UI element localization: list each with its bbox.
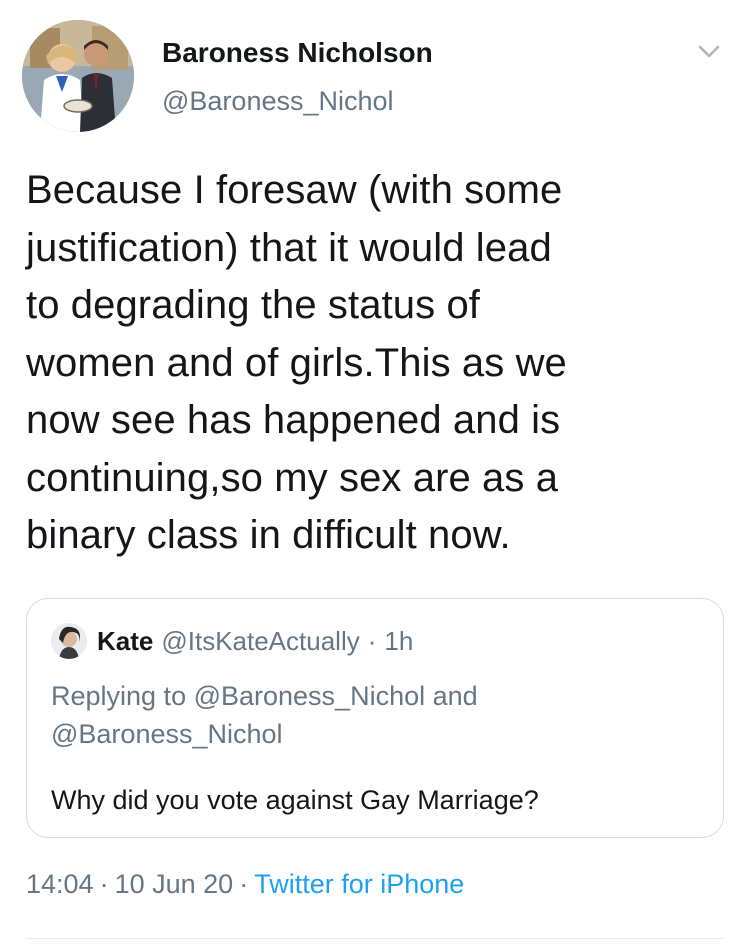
quoted-author-name[interactable]: Kate [97,626,153,657]
tweet-time[interactable]: 14:04 [26,869,94,899]
author-handle[interactable]: @Baroness_Nichol [162,84,433,118]
author-display-name[interactable]: Baroness Nicholson [162,36,433,70]
author-avatar[interactable] [22,20,134,132]
quoted-author-avatar[interactable] [51,623,87,659]
bottom-divider [26,938,724,939]
footer-separator: · [239,869,249,899]
quoted-meta-separator: · [367,625,377,656]
tweet-date[interactable]: 10 Jun 20 [115,869,234,899]
chevron-down-icon[interactable] [694,36,724,66]
quoted-tweet-age[interactable]: 1h [384,626,413,657]
quoted-author-handle[interactable]: @ItsKateActually [161,626,359,657]
tweet-source-link[interactable]: Twitter for iPhone [254,869,464,899]
tweet-footer: 14:04 · 10 Jun 20 · Twitter for iPhone [26,864,464,904]
footer-separator: · [99,869,109,899]
author-names: Baroness Nicholson @Baroness_Nichol [162,36,433,118]
quoted-tweet[interactable]: Kate @ItsKateActually · 1h Replying to @… [26,598,724,838]
quoted-replying-to: Replying to @Baroness_Nichol and @Barone… [51,681,478,749]
tweet-text: Because I foresaw (with some justificati… [26,168,567,557]
tweet-header: Baroness Nicholson @Baroness_Nichol [22,20,728,132]
quoted-tweet-header: Kate @ItsKateActually · 1h [51,621,413,661]
quoted-tweet-text: Why did you vote against Gay Marriage? [51,785,539,815]
